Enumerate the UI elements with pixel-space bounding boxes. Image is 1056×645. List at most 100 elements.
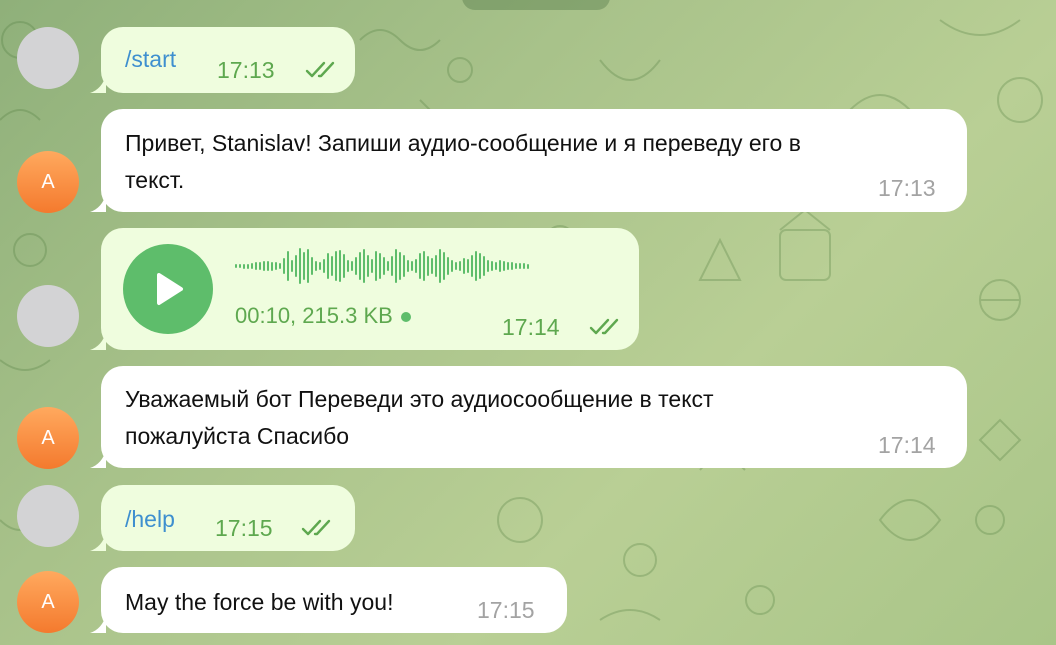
message-time: 17:13	[217, 57, 275, 83]
waveform-bar	[407, 260, 409, 272]
waveform-bar	[279, 263, 281, 269]
waveform-bar	[515, 263, 517, 269]
waveform-bar	[519, 263, 521, 269]
bubble-tail	[90, 615, 106, 633]
message-time: 17:13	[878, 175, 936, 201]
waveform-bar	[527, 263, 529, 269]
waveform-bar	[375, 251, 377, 281]
message-text-line: Привет, Stanislav! Запиши аудио-сообщени…	[125, 130, 801, 156]
message-bubble-incoming: May the force be with you! 17:15	[90, 567, 567, 633]
bubble-tail	[90, 533, 106, 551]
bot-avatar[interactable]: A	[17, 407, 79, 469]
waveform-bar	[399, 252, 401, 280]
waveform-bar	[503, 261, 505, 271]
message-text-line: пожалуйста Спасибо	[125, 423, 350, 449]
waveform-bar	[483, 256, 485, 276]
waveform-bar	[507, 262, 509, 270]
waveform-bar	[331, 256, 333, 276]
user-avatar	[17, 27, 79, 89]
waveform-bar	[371, 259, 373, 273]
waveform-bar	[271, 261, 273, 271]
waveform-bar	[235, 264, 237, 268]
waveform-bar	[451, 260, 453, 272]
waveform-bar	[391, 256, 393, 276]
message-time: 17:15	[477, 597, 535, 623]
double-check-icon	[305, 61, 335, 78]
waveform-bar	[303, 252, 305, 280]
message-text-line: Уважаемый бот Переведи это аудиосообщени…	[125, 386, 714, 412]
bot-avatar-letter: A	[41, 590, 55, 613]
waveform-bar	[447, 257, 449, 275]
waveform-bar	[319, 262, 321, 270]
waveform-bar	[267, 261, 269, 271]
waveform-bar	[383, 257, 385, 275]
message-time: 17:14	[878, 432, 936, 458]
waveform-bar	[327, 253, 329, 279]
waveform-bar	[315, 261, 317, 271]
waveform-bar	[463, 258, 465, 274]
waveform-bar	[487, 260, 489, 272]
waveform-bar	[299, 248, 301, 284]
waveform-bar	[403, 255, 405, 277]
waveform-bar	[511, 262, 513, 270]
waveform-bar	[467, 259, 469, 273]
waveform-bar	[379, 253, 381, 279]
voice-waveform[interactable]	[235, 246, 529, 286]
waveform-bar	[459, 261, 461, 271]
message-bubble-incoming: Уважаемый бот Переведи это аудиосообщени…	[90, 366, 967, 468]
unplayed-dot	[400, 312, 411, 323]
bot-avatar-letter: A	[41, 426, 55, 449]
waveform-bar	[259, 262, 261, 270]
waveform-bar	[355, 257, 357, 275]
user-avatar	[17, 485, 79, 547]
waveform-bar	[283, 258, 285, 274]
waveform-bar	[431, 258, 433, 274]
waveform-bar	[427, 256, 429, 276]
waveform-bar	[387, 261, 389, 271]
waveform-bar	[415, 259, 417, 273]
voice-duration-size: 00:10, 215.3 KB	[235, 303, 393, 328]
waveform-bar	[351, 261, 353, 271]
waveform-bar	[339, 250, 341, 282]
waveform-bar	[523, 263, 525, 269]
play-button[interactable]	[123, 244, 213, 334]
waveform-bar	[491, 261, 493, 271]
bot-avatar[interactable]: A	[17, 151, 79, 213]
bubble-tail	[90, 194, 106, 212]
waveform-bar	[347, 260, 349, 272]
double-check-icon	[301, 519, 331, 536]
waveform-bar	[439, 249, 441, 283]
waveform-bar	[423, 251, 425, 281]
waveform-bar	[287, 251, 289, 281]
bot-command-link[interactable]: /help	[125, 506, 175, 533]
message-bubble-outgoing: /help 17:15	[90, 485, 355, 551]
waveform-bar	[455, 262, 457, 270]
bubble-tail	[90, 332, 106, 350]
user-avatar	[17, 285, 79, 347]
waveform-bar	[243, 263, 245, 269]
message-time: 17:15	[215, 515, 273, 541]
voice-meta: 00:10, 215.3 KB	[235, 303, 411, 329]
waveform-bar	[443, 252, 445, 280]
voice-message-bubble: 00:10, 215.3 KB 17:14	[90, 228, 639, 350]
waveform-bar	[311, 257, 313, 275]
message-bubble-outgoing: /start 17:13	[90, 27, 355, 93]
message-bubble-incoming: Привет, Stanislav! Запиши аудио-сообщени…	[90, 109, 967, 212]
bubble-tail	[90, 450, 106, 468]
waveform-bar	[255, 262, 257, 270]
waveform-bar	[499, 260, 501, 272]
waveform-bar	[395, 249, 397, 283]
waveform-bar	[363, 249, 365, 283]
waveform-bar	[239, 264, 241, 268]
bot-command-link[interactable]: /start	[125, 46, 176, 73]
waveform-bar	[343, 254, 345, 278]
waveform-bar	[475, 251, 477, 281]
waveform-bar	[247, 263, 249, 269]
message-text-line: текст.	[125, 167, 185, 193]
bot-avatar[interactable]: A	[17, 571, 79, 633]
waveform-bar	[435, 255, 437, 277]
bot-avatar-letter: A	[41, 170, 55, 193]
waveform-bar	[359, 252, 361, 280]
waveform-bar	[335, 251, 337, 281]
waveform-bar	[411, 261, 413, 271]
